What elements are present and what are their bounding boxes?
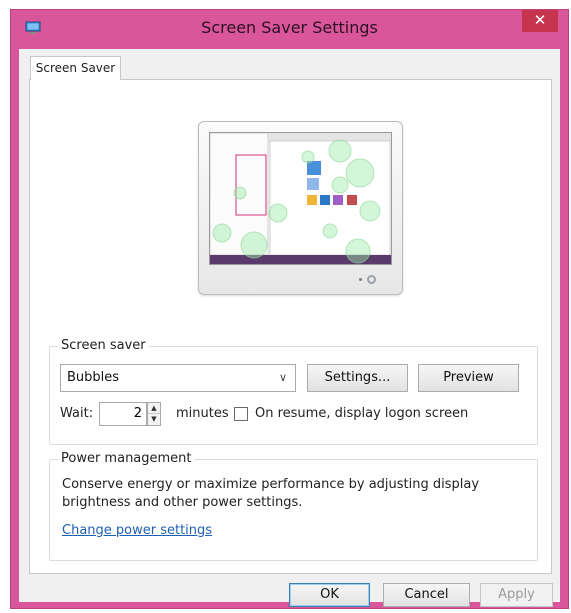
preview-button[interactable]: Preview <box>418 364 519 392</box>
wait-minutes-input[interactable]: 2 <box>99 402 147 426</box>
spin-down-icon[interactable]: ▼ <box>148 414 160 425</box>
screen-saver-group-label: Screen saver <box>58 338 149 353</box>
screen-preview <box>209 132 392 265</box>
screen-saver-selected: Bubbles <box>67 370 120 385</box>
on-resume-label[interactable]: On resume, display logon screen <box>255 406 468 421</box>
chevron-down-icon: ∨ <box>278 371 287 384</box>
preview-image <box>210 133 391 264</box>
power-management-group-label: Power management <box>58 451 195 466</box>
settings-button[interactable]: Settings... <box>307 364 408 392</box>
screen-saver-dropdown[interactable]: Bubbles ∨ <box>60 364 296 392</box>
cancel-button[interactable]: Cancel <box>383 583 470 607</box>
wait-label: Wait: <box>60 406 94 421</box>
power-description-line2: brightness and other power settings. <box>62 495 303 510</box>
tab-screen-saver[interactable]: Screen Saver <box>30 56 121 80</box>
dialog-client-area: Screen Saver Screen saver Bubbles ∨ Sett… <box>19 49 560 607</box>
tab-panel: Screen saver Bubbles ∨ Settings... Previ… <box>29 79 552 574</box>
spin-up-icon[interactable]: ▲ <box>148 403 160 414</box>
monitor-indicator <box>359 278 362 281</box>
screen-saver-group: Screen saver Bubbles ∨ Settings... Previ… <box>49 338 538 445</box>
apply-button[interactable]: Apply <box>480 583 553 607</box>
title-bar[interactable]: Screen Saver Settings ✕ <box>11 10 568 49</box>
ok-button[interactable]: OK <box>289 583 370 607</box>
close-button[interactable]: ✕ <box>522 10 558 32</box>
power-description-line1: Conserve energy or maximize performance … <box>62 477 480 492</box>
wait-spinner[interactable]: ▲ ▼ <box>147 402 161 426</box>
monitor-preview <box>198 121 403 295</box>
power-management-group: Power management Conserve energy or maxi… <box>49 451 538 561</box>
window-title: Screen Saver Settings <box>201 18 378 37</box>
change-power-settings-link[interactable]: Change power settings <box>62 523 212 538</box>
on-resume-checkbox[interactable] <box>234 407 248 421</box>
minutes-label: minutes <box>176 406 229 421</box>
power-led <box>367 275 376 284</box>
screen-saver-settings-window: Screen Saver Settings ✕ Screen Saver Scr… <box>10 9 569 609</box>
